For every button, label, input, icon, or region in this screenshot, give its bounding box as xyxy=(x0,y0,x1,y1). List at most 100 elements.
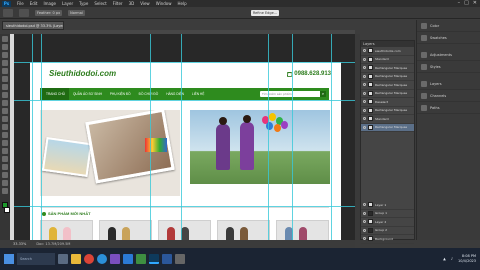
eye-icon[interactable] xyxy=(363,228,366,232)
dock-item-paths[interactable]: Paths xyxy=(417,102,480,114)
blur-tool-icon[interactable] xyxy=(2,132,8,138)
canvas-area[interactable]: Sieuthidodoi.com ☎ 0988.628.913 TRANG CH… xyxy=(10,34,355,240)
stamp-tool-icon[interactable] xyxy=(2,100,8,106)
eye-icon[interactable] xyxy=(363,108,366,112)
eye-icon[interactable] xyxy=(363,117,366,121)
pen-tool-icon[interactable] xyxy=(2,148,8,154)
menu-3d[interactable]: 3D xyxy=(129,0,135,7)
layer-row[interactable]: Deselect xyxy=(361,98,414,107)
menu-edit[interactable]: Edit xyxy=(30,0,38,7)
guide-line[interactable] xyxy=(10,100,355,101)
chrome-icon[interactable] xyxy=(84,254,94,264)
layer-row[interactable]: Group 2 xyxy=(361,227,414,235)
dock-item-adjustments[interactable]: Adjustments xyxy=(417,49,480,61)
document-tab[interactable]: sieuthidodoi.psd @ 33.3% (Layer..., RGB/… xyxy=(2,21,64,30)
layer-row[interactable]: Rectangular Marquee xyxy=(361,73,414,81)
vscode-icon[interactable] xyxy=(123,254,133,264)
menu-filter[interactable]: Filter xyxy=(113,0,123,7)
style-select[interactable]: Normal xyxy=(68,9,85,16)
hand-tool-icon[interactable] xyxy=(2,180,8,186)
app-icon[interactable] xyxy=(175,254,185,264)
feather-field[interactable]: Feather: 0 px xyxy=(35,9,63,16)
eye-icon[interactable] xyxy=(363,211,366,215)
taskbar-search[interactable]: Search xyxy=(17,253,55,265)
zoom-tool-icon[interactable] xyxy=(2,188,8,194)
file-explorer-icon[interactable] xyxy=(71,254,81,264)
dodge-tool-icon[interactable] xyxy=(2,140,8,146)
history-brush-tool-icon[interactable] xyxy=(2,108,8,114)
selection-mode-icon[interactable] xyxy=(19,8,29,17)
document-canvas[interactable]: Sieuthidodoi.com ☎ 0988.628.913 TRANG CH… xyxy=(30,62,341,240)
eye-icon[interactable] xyxy=(363,74,366,78)
app-icon[interactable] xyxy=(110,254,120,264)
guide-line[interactable] xyxy=(10,62,355,63)
clock[interactable]: 8:08 PM 10/4/2023 xyxy=(458,254,476,264)
layer-row[interactable]: Rectangular Marquee xyxy=(361,107,414,115)
dock-item-styles[interactable]: Styles xyxy=(417,61,480,73)
guide-line[interactable] xyxy=(268,34,269,240)
layer-row[interactable]: Rectangular Marquee xyxy=(361,90,414,98)
zoom-level[interactable]: 33.33% xyxy=(13,240,26,248)
eye-icon[interactable] xyxy=(363,91,366,95)
marquee-tool-icon[interactable] xyxy=(3,8,13,17)
eye-icon[interactable] xyxy=(363,100,366,104)
guide-line[interactable] xyxy=(292,34,293,240)
shape-tool-icon[interactable] xyxy=(2,172,8,178)
crop-tool-icon[interactable] xyxy=(2,68,8,74)
guide-line[interactable] xyxy=(331,34,332,240)
dock-item-swatches[interactable]: Swatches xyxy=(417,32,480,44)
volume-icon[interactable]: ♪ xyxy=(451,257,453,261)
layer-row[interactable]: sieuthidodoi.com xyxy=(361,47,414,56)
layer-row[interactable]: Layer 1 xyxy=(361,201,414,210)
eye-icon[interactable] xyxy=(363,57,366,61)
menu-select[interactable]: Select xyxy=(94,0,106,7)
menu-file[interactable]: File xyxy=(17,0,24,7)
layer-row[interactable]: Layer 2 xyxy=(361,218,414,227)
layer-row[interactable]: Background xyxy=(361,235,414,244)
eraser-tool-icon[interactable] xyxy=(2,116,8,122)
maximize-icon[interactable]: □ xyxy=(464,0,469,7)
menu-help[interactable]: Help xyxy=(177,0,186,7)
guide-line[interactable] xyxy=(150,34,151,240)
type-tool-icon[interactable] xyxy=(2,156,8,162)
brush-tool-icon[interactable] xyxy=(2,92,8,98)
guide-line[interactable] xyxy=(10,206,355,207)
menu-image[interactable]: Image xyxy=(43,0,56,7)
lasso-tool-icon[interactable] xyxy=(2,52,8,58)
menu-layer[interactable]: Layer xyxy=(62,0,73,7)
healing-tool-icon[interactable] xyxy=(2,84,8,90)
menu-view[interactable]: View xyxy=(140,0,150,7)
quick-select-tool-icon[interactable] xyxy=(2,60,8,66)
word-icon[interactable] xyxy=(162,254,172,264)
menu-type[interactable]: Type xyxy=(79,0,88,7)
app-icon[interactable] xyxy=(136,254,146,264)
background-color-swatch[interactable] xyxy=(3,207,10,213)
guide-line[interactable] xyxy=(181,34,182,240)
layer-row[interactable]: Rectangular Marquee xyxy=(361,123,414,132)
move-tool-icon[interactable] xyxy=(2,36,8,42)
eye-icon[interactable] xyxy=(363,49,366,53)
windows-start-icon[interactable] xyxy=(4,254,14,264)
marquee-tool-icon[interactable] xyxy=(2,44,8,50)
eye-icon[interactable] xyxy=(363,125,366,129)
dock-item-color[interactable]: Color xyxy=(417,20,480,32)
gradient-tool-icon[interactable] xyxy=(2,124,8,130)
guide-line[interactable] xyxy=(32,34,33,240)
dock-item-channels[interactable]: Channels xyxy=(417,90,480,102)
eye-icon[interactable] xyxy=(363,83,366,87)
eye-icon[interactable] xyxy=(363,203,366,207)
close-icon[interactable]: ✕ xyxy=(473,0,477,7)
network-icon[interactable]: ▲ xyxy=(443,257,446,261)
eyedropper-tool-icon[interactable] xyxy=(2,76,8,82)
eye-icon[interactable] xyxy=(363,220,366,224)
layer-row[interactable]: Group 1 xyxy=(361,210,414,218)
layer-row[interactable]: Rectangular Marquee xyxy=(361,64,414,73)
edge-icon[interactable] xyxy=(97,254,107,264)
path-select-tool-icon[interactable] xyxy=(2,164,8,170)
layer-row[interactable]: Rectangular Marquee xyxy=(361,81,414,90)
eye-icon[interactable] xyxy=(363,237,366,241)
refine-edge-button[interactable]: Refine Edge... xyxy=(250,9,280,16)
guide-line[interactable] xyxy=(41,34,42,240)
layer-row[interactable]: Standard xyxy=(361,56,414,64)
menu-window[interactable]: Window xyxy=(156,0,172,7)
